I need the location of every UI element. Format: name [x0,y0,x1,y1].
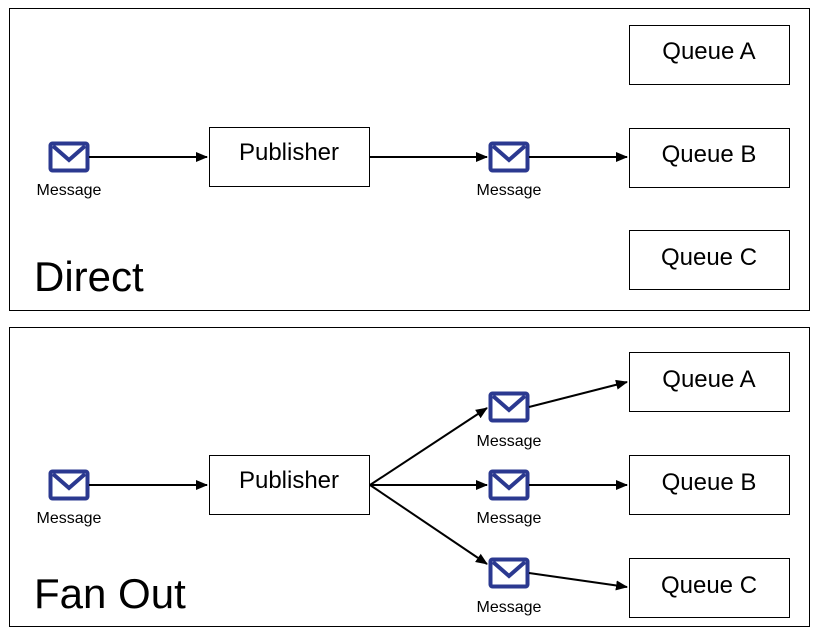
queue-a-label: Queue A [662,366,755,393]
queue-b-label: Queue B [662,141,757,168]
queue-c-label: Queue C [661,244,757,271]
panel-fan-out: Fan Out Message Publisher Message Messag… [9,327,810,627]
diagram: Direct Message Publisher Message Queue A… [9,8,810,627]
queue-b-label: Queue B [662,469,757,496]
panel-title: Direct [34,253,144,300]
envelope-icon [488,391,530,423]
envelope-icon [48,141,90,173]
message-label: Message [37,510,102,527]
message-label: Message [477,599,542,616]
panel-direct: Direct Message Publisher Message Queue A… [9,8,810,311]
envelope-icon [488,469,530,501]
message-label: Message [477,433,542,450]
envelope-icon [488,557,530,589]
queue-c-label: Queue C [661,572,757,599]
panel-title: Fan Out [34,570,186,617]
message-label: Message [37,182,102,199]
envelope-icon [488,141,530,173]
message-label: Message [477,182,542,199]
message-label: Message [477,510,542,527]
queue-a-label: Queue A [662,38,755,65]
envelope-icon [48,469,90,501]
publisher-label: Publisher [239,139,339,166]
publisher-label: Publisher [239,467,339,494]
